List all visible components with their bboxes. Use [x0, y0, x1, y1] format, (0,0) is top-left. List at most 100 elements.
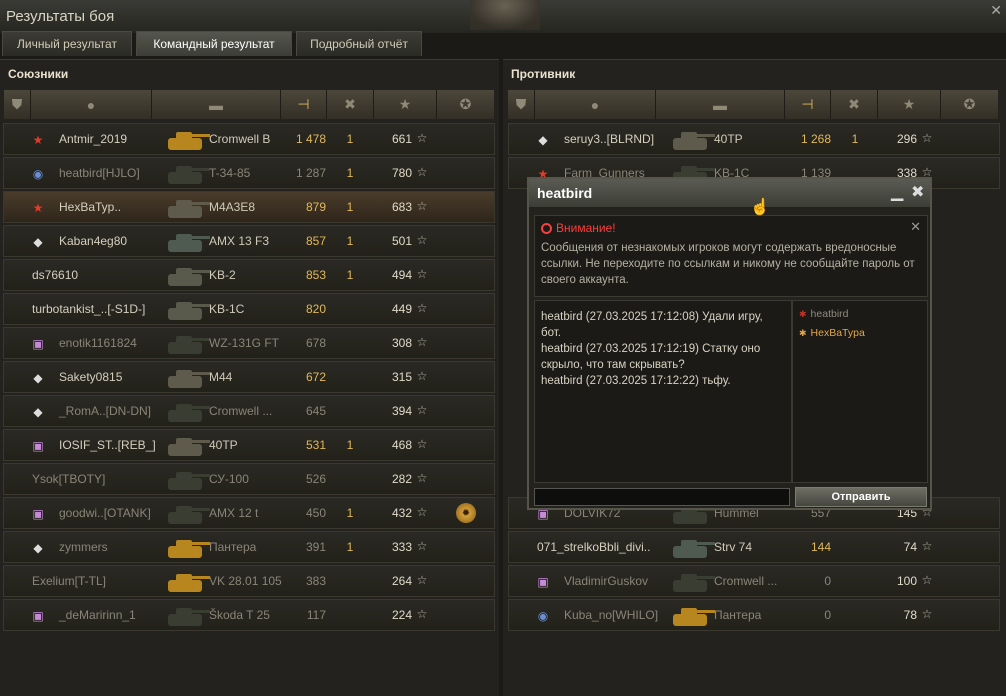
table-row[interactable]: ◉ heatbird[HJLO] T-34-85 1 287 1 780 ☆	[3, 157, 495, 189]
badge-icon: ◆	[33, 371, 43, 385]
player-name[interactable]: seruy3..[BLRND]	[564, 132, 654, 146]
tank-icon	[667, 602, 717, 630]
tank-name: 40TP	[714, 132, 743, 146]
chat-header[interactable]: heatbird ▁ ✖	[529, 179, 930, 207]
player-name[interactable]: Kuba_no[WHILO]	[564, 608, 658, 622]
sort-player-icon[interactable]: ●	[535, 90, 656, 119]
sort-kills-icon[interactable]: ✖	[831, 90, 878, 119]
table-row[interactable]: ▣ IOSIF_ST..[REB_] 40TP 531 1 468 ☆	[3, 429, 495, 461]
enemies-column-header: ⛊ ● ▬ ⊣ ✖ ★ ✪	[508, 90, 998, 119]
player-name[interactable]: 071_strelkoBbli_divi..	[537, 540, 650, 554]
tank-icon	[162, 296, 212, 324]
sort-tank-icon[interactable]: ▬	[656, 90, 785, 119]
warning-close-icon[interactable]: ✕	[910, 219, 921, 235]
player-name[interactable]: IOSIF_ST..[REB_]	[59, 438, 156, 452]
tank-name: Пантера	[209, 540, 257, 554]
tank-icon	[162, 330, 212, 358]
tank-icon	[667, 126, 717, 154]
table-row[interactable]: ◉ Kuba_no[WHILO] Пантера 0 78 ☆	[508, 599, 1000, 631]
table-row[interactable]: ▣ enotik1161824 WZ-131G FT 678 308 ☆	[3, 327, 495, 359]
table-row[interactable]: ▣ goodwi..[OTANK] AMX 12 t 450 1 432 ☆ ✹	[3, 497, 495, 529]
player-name[interactable]: VladimirGuskov	[564, 574, 648, 588]
table-row[interactable]: ◆ Sakety0815 M44 672 315 ☆	[3, 361, 495, 393]
sort-kills-icon[interactable]: ✖	[327, 90, 374, 119]
chat-message: heatbird (27.03.2025 17:12:22) тьфу.	[541, 375, 731, 387]
sort-badge-icon[interactable]: ⛊	[4, 90, 31, 119]
badge-icon: ▣	[32, 439, 44, 453]
chat-member[interactable]: ✱ HexBaTypa	[799, 327, 865, 339]
player-name[interactable]: Antmir_2019	[59, 132, 127, 146]
player-name[interactable]: HexBaTyp..	[59, 200, 121, 214]
table-row[interactable]: ▣ _deMaririnn_1 Škoda T 25 117 224 ☆	[3, 599, 495, 631]
sort-xp-icon[interactable]: ★	[878, 90, 941, 119]
damage-value: 526	[305, 472, 326, 486]
table-row[interactable]: ★ Antmir_2019 Cromwell B 1 478 1 661 ☆	[3, 123, 495, 155]
send-button[interactable]: Отправить	[795, 487, 927, 507]
close-icon[interactable]: ✖	[911, 182, 924, 202]
player-name[interactable]: turbotankist_..[-S1D-]	[32, 302, 145, 316]
tab-detailed-report[interactable]: Подробный отчёт	[296, 31, 422, 56]
table-row[interactable]: ◆ zymmers Пантера 391 1 333 ☆	[3, 531, 495, 563]
player-name[interactable]: zymmers	[59, 540, 108, 554]
tank-name: WZ-131G FT	[209, 336, 280, 350]
badge-icon: ◉	[537, 609, 549, 623]
damage-value: 857	[305, 234, 326, 248]
sort-medal-icon[interactable]: ✪	[437, 90, 494, 119]
tank-icon	[162, 466, 212, 494]
player-name[interactable]: enotik1161824	[59, 336, 137, 350]
damage-value: 678	[305, 336, 326, 350]
table-row[interactable]: turbotankist_..[-S1D-] KB-1C 820 449 ☆	[3, 293, 495, 325]
player-name[interactable]: Ysok[TBOTY]	[32, 472, 105, 486]
xp-star-icon: ☆	[921, 607, 933, 621]
xp-value: 394	[391, 404, 412, 418]
table-row[interactable]: ◆ _RomA..[DN-DN] Cromwell ... 645 394 ☆	[3, 395, 495, 427]
xp-star-icon: ☆	[416, 539, 428, 553]
player-name[interactable]: Sakety0815	[59, 370, 122, 384]
player-name[interactable]: heatbird[HJLO]	[59, 166, 140, 180]
table-row[interactable]: Exelium[T-TL] VK 28.01 105 383 264 ☆	[3, 565, 495, 597]
chat-member[interactable]: ✱ heatbird	[799, 308, 849, 320]
minimize-icon[interactable]: ▁	[891, 182, 903, 202]
sort-xp-icon[interactable]: ★	[374, 90, 437, 119]
xp-star-icon: ☆	[416, 131, 428, 145]
xp-star-icon: ☆	[416, 369, 428, 383]
xp-star-icon: ☆	[416, 573, 428, 587]
badge-icon: ◆	[33, 405, 43, 419]
damage-value: 645	[305, 404, 326, 418]
kills-value: 1	[346, 506, 354, 520]
table-row[interactable]: ▣ VladimirGuskov Cromwell ... 0 100 ☆	[508, 565, 1000, 597]
chat-input[interactable]	[534, 488, 790, 506]
xp-value: 264	[391, 574, 412, 588]
sort-damage-icon[interactable]: ⊣	[785, 90, 831, 119]
table-row[interactable]: ◆ seruy3..[BLRND] 40TP 1 268 1 296 ☆	[508, 123, 1000, 155]
enemies-title: Противник	[511, 67, 576, 81]
xp-star-icon: ☆	[416, 199, 428, 213]
table-row[interactable]: 071_strelkoBbli_divi.. Strv 74 144 74 ☆	[508, 531, 1000, 563]
kills-value: 1	[346, 438, 354, 452]
player-name[interactable]: goodwi..[OTANK]	[59, 506, 151, 520]
sort-tank-icon[interactable]: ▬	[152, 90, 281, 119]
tank-name: Škoda T 25	[209, 608, 270, 622]
player-name[interactable]: _RomA..[DN-DN]	[59, 404, 151, 418]
tank-name: AMX 13 F3	[209, 234, 270, 248]
tab-team-result[interactable]: Командный результат	[136, 31, 292, 56]
close-icon[interactable]: ✕	[990, 2, 1002, 19]
damage-value: 853	[305, 268, 326, 282]
tab-personal-result[interactable]: Личный результат	[2, 31, 132, 56]
table-row[interactable]: ds76610 KB-2 853 1 494 ☆	[3, 259, 495, 291]
player-name[interactable]: _deMaririnn_1	[59, 608, 136, 622]
sort-badge-icon[interactable]: ⛊	[508, 90, 535, 119]
table-row[interactable]: ★ HexBaTyp.. M4A3E8 879 1 683 ☆	[3, 191, 495, 223]
tank-name: Cromwell B	[209, 132, 271, 146]
player-name[interactable]: Exelium[T-TL]	[32, 574, 106, 588]
tank-icon	[667, 568, 717, 596]
player-name[interactable]: ds76610	[32, 268, 78, 282]
table-row[interactable]: ◆ Kaban4eg80 AMX 13 F3 857 1 501 ☆	[3, 225, 495, 257]
table-row[interactable]: Ysok[TBOTY] СУ-100 526 282 ☆	[3, 463, 495, 495]
damage-value: 0	[824, 608, 831, 622]
player-name[interactable]: Kaban4eg80	[59, 234, 127, 248]
tank-icon	[667, 534, 717, 562]
sort-player-icon[interactable]: ●	[31, 90, 152, 119]
sort-damage-icon[interactable]: ⊣	[281, 90, 327, 119]
sort-medal-icon[interactable]: ✪	[941, 90, 998, 119]
